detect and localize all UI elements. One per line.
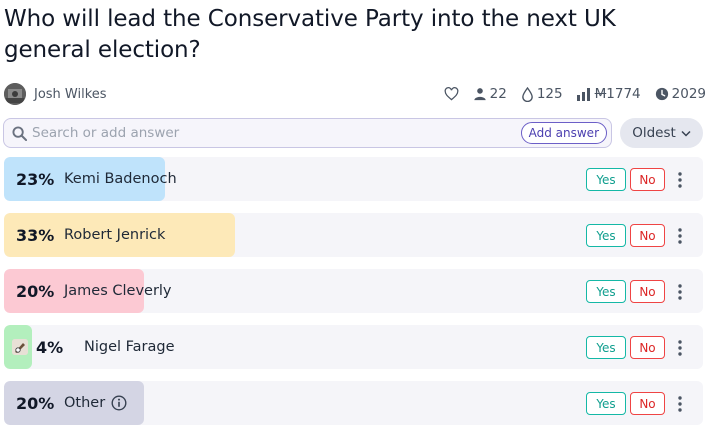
answer-name: Kemi Badenoch (64, 157, 177, 201)
answer-name-text: Kemi Badenoch (64, 171, 177, 187)
person-icon (473, 88, 486, 101)
bar-chart-icon (576, 87, 590, 101)
answer-row-james-cleverly[interactable]: 20% James Cleverly Yes No (4, 269, 703, 313)
info-icon[interactable] (111, 395, 127, 411)
search-input[interactable]: Search or add answer Add answer (3, 118, 612, 148)
answer-name: Nigel Farage (84, 325, 175, 369)
search-icon (12, 125, 27, 141)
add-answer-button[interactable]: Add answer (520, 122, 607, 144)
answer-name-text: James Cleverly (64, 283, 172, 299)
answer-name-text: Other (64, 395, 106, 411)
answer-percent: 20% (16, 393, 55, 413)
avatar-photo-icon (4, 83, 26, 105)
answer-percent: 4% (36, 337, 64, 357)
answer-image-icon (12, 339, 28, 355)
question-title: Who will lead the Conservative Party int… (4, 6, 616, 63)
traders-count: 22 (489, 86, 507, 102)
answer-row-nigel-farage[interactable]: 4% Nigel Farage Yes No (4, 325, 703, 369)
volume-amount: 1774 (606, 86, 641, 102)
volume-stat[interactable]: M 1774 (576, 86, 641, 102)
no-button[interactable]: No (630, 280, 665, 303)
traders-stat[interactable]: 22 (473, 86, 507, 102)
sort-label: Oldest (632, 125, 676, 141)
droplet-icon (522, 86, 533, 102)
yes-button[interactable]: Yes (586, 280, 626, 303)
more-options-icon[interactable] (672, 224, 688, 247)
like-button[interactable] (444, 87, 459, 101)
more-options-icon[interactable] (672, 168, 688, 191)
no-button[interactable]: No (630, 336, 665, 359)
close-year: 2029 (671, 86, 706, 102)
author-avatar[interactable] (4, 83, 26, 105)
answer-row-robert-jenrick[interactable]: 33% Robert Jenrick Yes No (4, 213, 703, 257)
more-options-icon[interactable] (672, 336, 688, 359)
author-name[interactable]: Josh Wilkes (34, 87, 107, 102)
answer-name-text: Nigel Farage (84, 339, 175, 355)
market-stats: 22 125 M 1774 2029 (444, 86, 706, 102)
market-meta-row: Josh Wilkes 22 125 M 1774 2029 (4, 82, 706, 106)
search-placeholder: Search or add answer (32, 125, 180, 141)
yes-button[interactable]: Yes (586, 336, 626, 359)
answer-name: Other (64, 381, 127, 425)
answer-percent: 23% (16, 169, 55, 189)
more-options-icon[interactable] (672, 392, 688, 415)
sort-dropdown[interactable]: Oldest (620, 118, 703, 148)
chevron-down-icon (681, 130, 691, 137)
clock-icon (655, 87, 668, 101)
answer-percent: 20% (16, 281, 55, 301)
no-button[interactable]: No (630, 392, 665, 415)
volume-currency: M (594, 86, 607, 102)
no-button[interactable]: No (630, 168, 665, 191)
yes-button[interactable]: Yes (586, 224, 626, 247)
answer-name: James Cleverly (64, 269, 172, 313)
comments-stat[interactable]: 125 (521, 86, 563, 102)
no-button[interactable]: No (630, 224, 665, 247)
answer-percent: 33% (16, 225, 55, 245)
heart-icon (444, 87, 459, 101)
answer-name-text: Robert Jenrick (64, 227, 166, 243)
yes-button[interactable]: Yes (586, 392, 626, 415)
close-date-stat[interactable]: 2029 (655, 86, 706, 102)
answer-row-other[interactable]: 20% Other Yes No (4, 381, 703, 425)
answer-row-kemi-badenoch[interactable]: 23% Kemi Badenoch Yes No (4, 157, 703, 201)
yes-button[interactable]: Yes (586, 168, 626, 191)
comments-count: 125 (536, 86, 563, 102)
answer-name: Robert Jenrick (64, 213, 165, 257)
more-options-icon[interactable] (672, 280, 688, 303)
